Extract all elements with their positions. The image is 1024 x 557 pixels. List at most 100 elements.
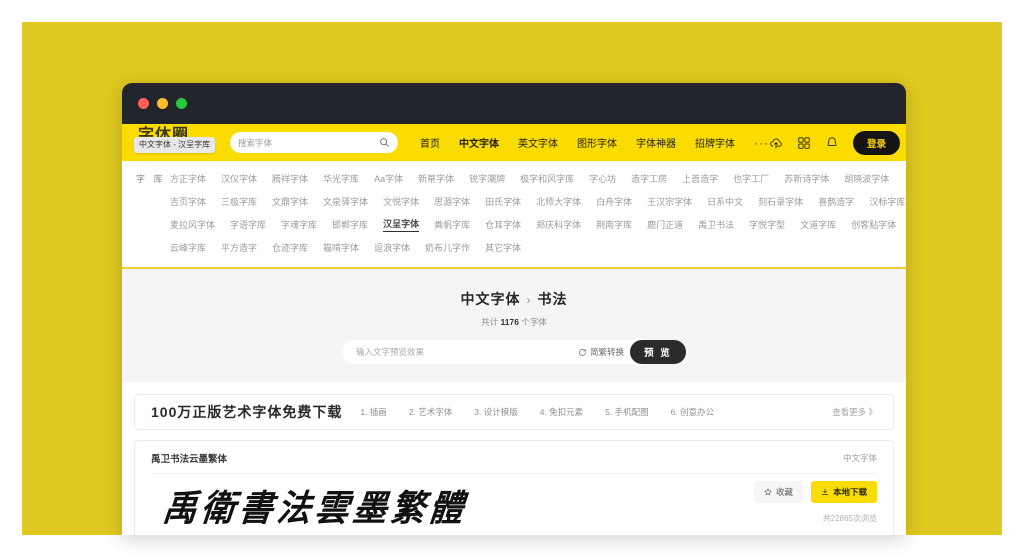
refresh-icon (579, 348, 586, 356)
category-item[interactable]: 白舟字体 (596, 195, 632, 208)
promo-item-3[interactable]: 3. 设计模版 (474, 406, 517, 418)
apps-grid-icon[interactable] (797, 136, 811, 150)
login-button[interactable]: 登录 (853, 130, 901, 155)
category-item[interactable]: 猫啃字体 (323, 241, 359, 254)
simplified-traditional-toggle[interactable]: 简繁转换 (578, 346, 624, 358)
category-item[interactable]: 日系中文 (707, 195, 743, 208)
category-item[interactable]: 方正字体 (170, 172, 206, 185)
category-panel: 字 库 方正字体 汉仪字体 腾祥字体 华光字库 Aa字体 新蒂字体 锐字潮牌 极… (122, 161, 906, 269)
nav-item-signboard-fonts[interactable]: 招牌字体 (695, 135, 735, 150)
category-item[interactable]: 北师大字体 (536, 195, 581, 208)
category-item[interactable]: 字悦字型 (749, 218, 785, 231)
category-item[interactable]: 荆南字库 (596, 218, 632, 231)
window-maximize-button[interactable] (176, 98, 187, 109)
category-item[interactable]: 麦拉风字体 (170, 218, 215, 231)
category-item[interactable]: 粪帆字库 (434, 218, 470, 231)
category-item-active[interactable]: 汉呈字体 (383, 217, 420, 232)
nav-item-graphic-fonts[interactable]: 图形字体 (577, 135, 617, 150)
category-item[interactable]: 字语字库 (230, 218, 266, 231)
category-item[interactable]: 造字工房 (631, 172, 667, 185)
category-item[interactable]: 吉页字体 (170, 195, 206, 208)
promo-item-5[interactable]: 5. 手机配图 (605, 406, 648, 418)
promo-item-4[interactable]: 4. 免扣元素 (540, 406, 583, 418)
site-header: 字体圈 中文字体 - 汉呈字库 首页 中文字体 英文字体 图形字体 字体神器 招… (122, 124, 906, 161)
search-icon (380, 138, 389, 147)
breadcrumb-parent[interactable]: 中文字体 (461, 291, 521, 307)
category-item[interactable]: 刻石录字体 (758, 195, 803, 208)
preview-text-input[interactable] (356, 347, 578, 357)
category-item[interactable]: 三极字库 (221, 195, 257, 208)
category-item[interactable]: 字心坊 (589, 172, 616, 185)
category-item[interactable]: 逗浪字体 (374, 241, 410, 254)
category-item[interactable]: 文道字库 (800, 218, 836, 231)
font-name[interactable]: 禹卫书法云墨繁体 (151, 451, 227, 465)
category-item[interactable]: 仓迹字库 (272, 241, 308, 254)
promo-title: 100万正版艺术字体免费下载 (151, 404, 343, 420)
window-minimize-button[interactable] (157, 98, 168, 109)
search-input[interactable] (238, 137, 379, 148)
promo-item-1[interactable]: 1. 插画 (360, 406, 386, 418)
view-count: 共22865次浏览 (822, 514, 877, 523)
download-icon (821, 488, 828, 495)
promo-item-6[interactable]: 6. 创意办公 (671, 406, 714, 418)
download-button[interactable]: 本地下载 (810, 481, 877, 503)
category-item[interactable]: 华光字库 (323, 172, 359, 185)
category-row-3: 麦拉风字体 字语字库 字魂字库 邯郸字库 汉呈字体 粪帆字库 仓耳字体 郑庆科字… (136, 213, 896, 236)
nav-more-icon[interactable]: ··· (754, 136, 769, 150)
category-item[interactable]: 王汉宗字体 (647, 195, 692, 208)
browser-window: 字体圈 中文字体 - 汉呈字库 首页 中文字体 英文字体 图形字体 字体神器 招… (122, 83, 906, 535)
font-count: 共计 1176 个字体 (122, 316, 906, 328)
category-item[interactable]: 文泉驿字体 (323, 195, 368, 208)
nav-item-chinese-fonts[interactable]: 中文字体 (459, 135, 499, 150)
category-item[interactable]: 极字和风字库 (520, 172, 574, 185)
category-item[interactable]: 胡晓波字体 (844, 172, 889, 185)
font-sample-text: 禹衛書法雲墨繁體 (160, 487, 470, 531)
count-value: 1176 (500, 317, 519, 327)
nav-item-english-fonts[interactable]: 英文字体 (518, 135, 558, 150)
category-item[interactable]: 邯郸字库 (332, 218, 368, 231)
category-item[interactable]: 平方造字 (221, 241, 257, 254)
breadcrumb: 中文字体 › 书法 (122, 289, 906, 309)
category-row-label: 字 库 (136, 174, 166, 184)
category-row-1: 字 库 方正字体 汉仪字体 腾祥字体 华光字库 Aa字体 新蒂字体 锐字潮牌 极… (136, 167, 892, 190)
category-item[interactable]: 字魂字库 (281, 218, 317, 231)
category-item[interactable]: 也字工厂 (733, 172, 769, 185)
category-item[interactable]: 新蒂字体 (418, 172, 454, 185)
category-item[interactable]: 田氏字体 (485, 195, 521, 208)
category-item[interactable]: 锐字潮牌 (469, 172, 505, 185)
category-item[interactable]: 思源字体 (434, 195, 470, 208)
category-item[interactable]: 奶布儿字作 (425, 241, 470, 254)
site-logo[interactable]: 字体圈 中文字体 - 汉呈字库 (134, 127, 222, 156)
font-card-header: 禹卫书法云墨繁体 中文字体 (151, 451, 877, 474)
category-item[interactable]: 腾祥字体 (272, 172, 308, 185)
category-item[interactable]: 上首造字 (682, 172, 718, 185)
favorite-button[interactable]: 收藏 (753, 481, 803, 503)
category-item[interactable]: 喜鹊造字 (818, 195, 854, 208)
search-box[interactable] (230, 132, 398, 153)
category-item[interactable]: 禹卫书法 (698, 218, 734, 231)
screenshot-root: 字体圈 中文字体 - 汉呈字库 首页 中文字体 英文字体 图形字体 字体神器 招… (0, 0, 1024, 557)
category-item[interactable]: 汉仪字体 (221, 172, 257, 185)
category-item[interactable]: Aa字体 (374, 172, 403, 185)
category-item[interactable]: 鹿门正道 (647, 218, 683, 231)
category-item[interactable]: 苏新诗字体 (784, 172, 829, 185)
category-item[interactable]: 其它字体 (485, 241, 521, 254)
category-row-2: 吉页字体 三极字库 文鼎字体 文泉驿字体 文悦字体 思源字体 田氏字体 北师大字… (136, 190, 905, 213)
category-item[interactable]: 仓耳字体 (485, 218, 521, 231)
category-item[interactable]: 云峰字库 (170, 241, 206, 254)
category-item[interactable]: 郑庆科字体 (536, 218, 581, 231)
notification-bell-icon[interactable] (825, 136, 839, 150)
nav-item-font-tools[interactable]: 字体神器 (636, 135, 676, 150)
category-item[interactable]: 文鼎字体 (272, 195, 308, 208)
category-item[interactable]: 汉标字库 (869, 195, 905, 208)
cloud-upload-icon[interactable] (769, 136, 783, 150)
category-item[interactable]: 创客贴字体 (851, 218, 896, 231)
category-item[interactable]: 文悦字体 (383, 195, 419, 208)
promo-more-link[interactable]: 查看更多 》 (832, 406, 877, 418)
preview-button[interactable]: 预 览 (630, 340, 686, 364)
promo-item-2[interactable]: 2. 艺术字体 (409, 406, 452, 418)
download-label: 本地下载 (832, 487, 867, 497)
nav-item-home[interactable]: 首页 (420, 135, 440, 150)
window-close-button[interactable] (138, 98, 149, 109)
header-actions: 登录 (769, 130, 901, 155)
